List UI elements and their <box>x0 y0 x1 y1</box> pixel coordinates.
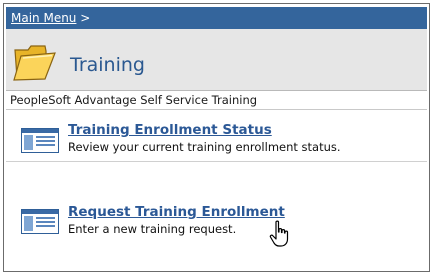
training-enrollment-status-link[interactable]: Training Enrollment Status <box>68 122 272 138</box>
menu-item-request-training-enrollment: Request Training Enrollment Enter a new … <box>6 200 427 244</box>
breadcrumb-main-menu-link[interactable]: Main Menu <box>11 11 76 25</box>
menu-bar: Main Menu > <box>6 7 427 29</box>
folder-icon <box>13 45 56 81</box>
breadcrumb-separator: > <box>80 11 91 25</box>
page-title: Training <box>70 54 145 76</box>
page-icon <box>21 209 59 234</box>
breadcrumb: Main Menu > <box>11 11 90 25</box>
section-subtitle-text: PeopleSoft Advantage Self Service Traini… <box>10 93 258 107</box>
request-training-enrollment-link[interactable]: Request Training Enrollment <box>68 204 285 220</box>
section-subtitle: PeopleSoft Advantage Self Service Traini… <box>6 92 427 110</box>
hand-pointer-icon <box>269 220 289 247</box>
page-icon <box>21 128 59 153</box>
menu-item-training-enrollment-status: Training Enrollment Status Review your c… <box>6 118 427 162</box>
training-enrollment-status-description: Review your current training enrollment … <box>68 140 341 154</box>
request-training-enrollment-description: Enter a new training request. <box>68 222 237 236</box>
